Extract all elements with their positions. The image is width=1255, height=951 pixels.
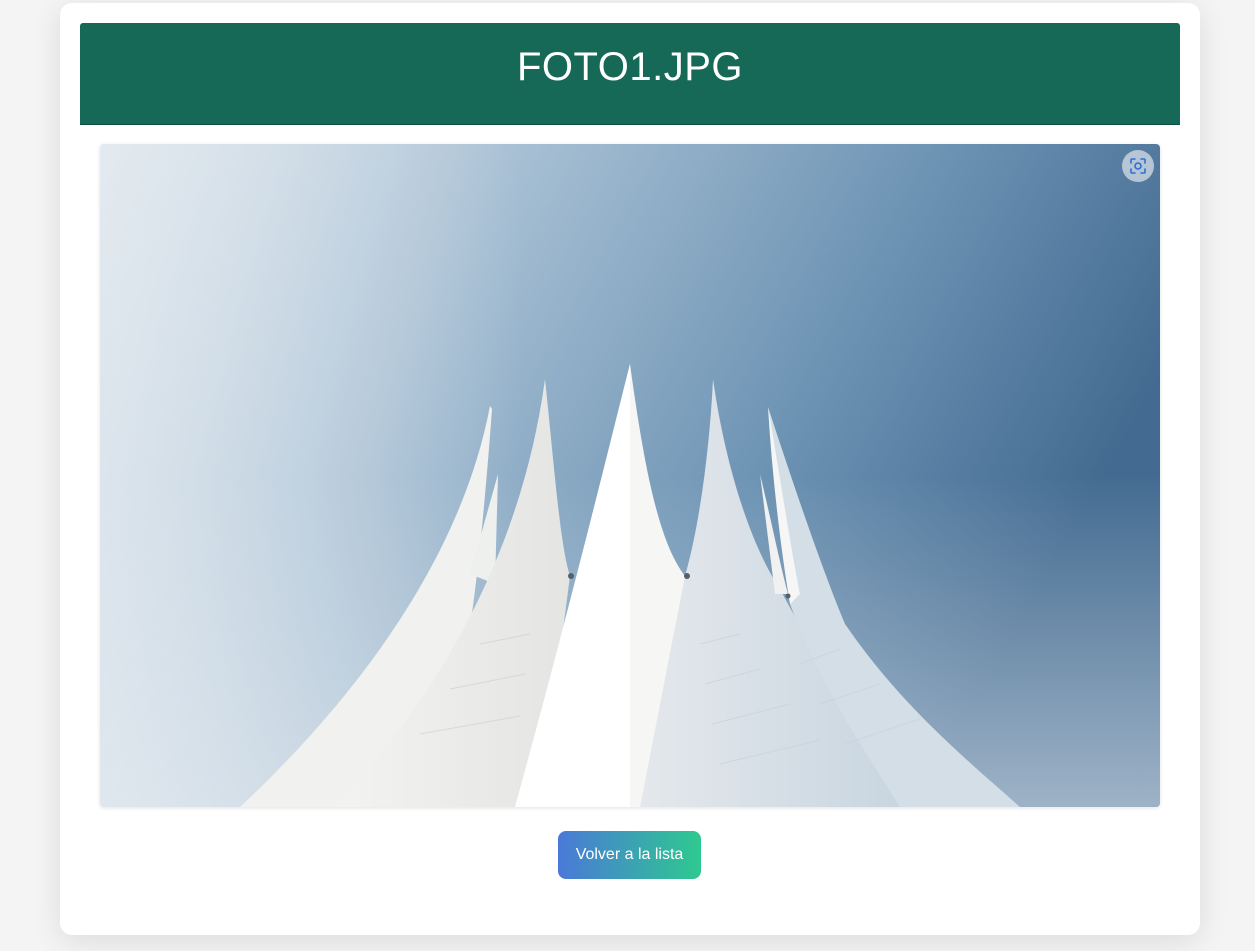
photo-card: FOTO1.JPG Volver a la lista [60, 3, 1200, 935]
photo-header: FOTO1.JPG [80, 23, 1180, 125]
photo-artwork [100, 144, 1160, 807]
photo-title: FOTO1.JPG [516, 45, 744, 89]
visual-search-icon [1130, 158, 1146, 174]
visual-search-button[interactable] [1122, 150, 1154, 182]
back-to-list-button[interactable]: Volver a la lista [558, 831, 701, 879]
photo-image [100, 144, 1160, 807]
